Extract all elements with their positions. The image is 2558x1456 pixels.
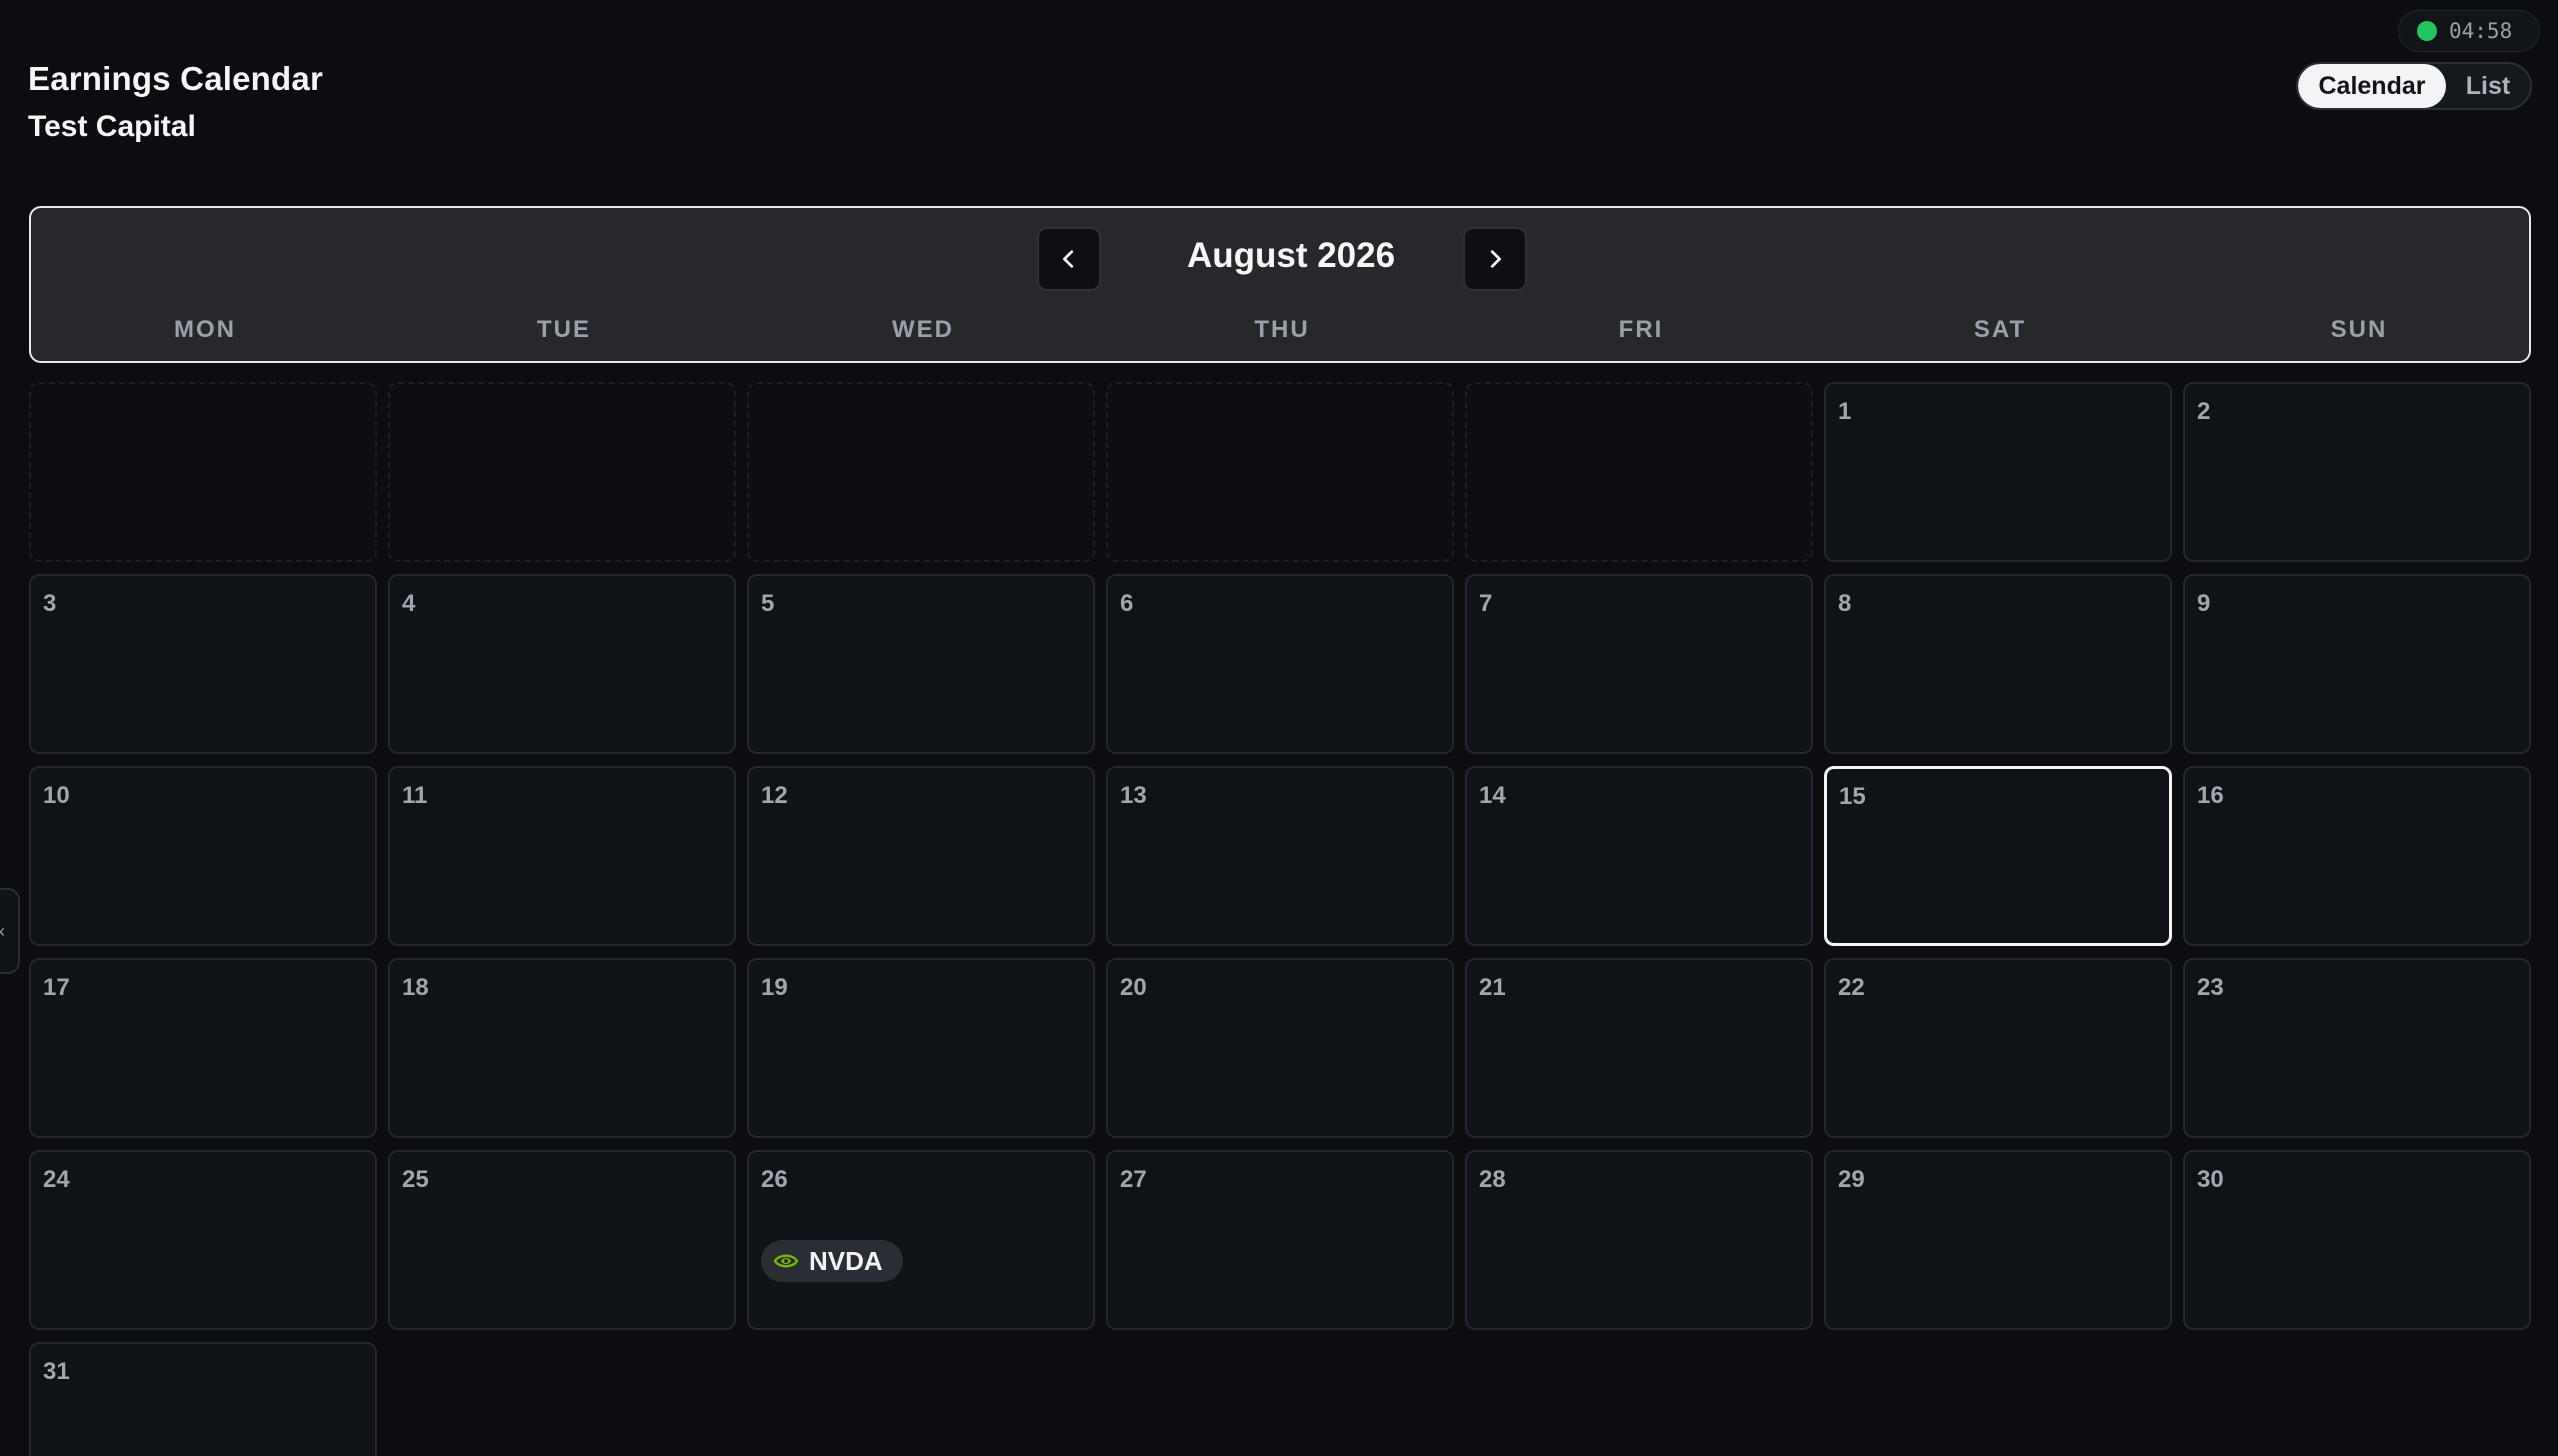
weekday-tue: TUE <box>537 316 591 343</box>
empty-day-cell <box>29 382 377 562</box>
day-number: 6 <box>1120 590 1134 617</box>
day-number: 28 <box>1479 1166 1506 1193</box>
day-number: 9 <box>2197 590 2211 617</box>
day-number: 5 <box>761 590 775 617</box>
day-number: 27 <box>1120 1166 1147 1193</box>
day-number: 26 <box>761 1166 788 1193</box>
status-dot-icon <box>2417 21 2437 41</box>
day-cell[interactable]: 12 <box>747 766 1095 946</box>
day-number: 14 <box>1479 782 1506 809</box>
day-cell[interactable]: 20 <box>1106 958 1454 1138</box>
empty-day-cell <box>388 382 736 562</box>
day-cell[interactable]: 18 <box>388 958 736 1138</box>
day-number: 20 <box>1120 974 1147 1001</box>
earnings-event-chip[interactable]: NVDA <box>761 1240 903 1282</box>
day-cell[interactable]: 24 <box>29 1150 377 1330</box>
weekday-mon: MON <box>174 316 236 343</box>
day-number: 11 <box>402 782 428 809</box>
day-number: 31 <box>43 1358 70 1385</box>
day-cell-today[interactable]: 15 <box>1824 766 2172 946</box>
day-number: 18 <box>402 974 429 1001</box>
day-cell[interactable]: 28 <box>1465 1150 1813 1330</box>
day-number: 21 <box>1479 974 1506 1001</box>
weekday-wed: WED <box>892 316 954 343</box>
day-number: 16 <box>2197 782 2224 809</box>
day-cell[interactable]: 19 <box>747 958 1095 1138</box>
day-cell[interactable]: 5 <box>747 574 1095 754</box>
day-cell[interactable]: 6 <box>1106 574 1454 754</box>
day-number: 15 <box>1839 783 1866 810</box>
day-number: 13 <box>1120 782 1147 809</box>
day-cell[interactable]: 13 <box>1106 766 1454 946</box>
day-number: 19 <box>761 974 788 1001</box>
day-cell[interactable]: 26 NVDA <box>747 1150 1095 1330</box>
day-number: 25 <box>402 1166 429 1193</box>
day-cell[interactable]: 10 <box>29 766 377 946</box>
chevron-left-icon: ‹ <box>0 921 5 942</box>
list-view-button[interactable]: List <box>2446 64 2530 108</box>
month-header: August 2026 MON TUE WED THU FRI SAT SUN <box>29 206 2531 363</box>
empty-day-cell <box>1465 382 1813 562</box>
weekday-sun: SUN <box>2330 316 2388 343</box>
day-cell[interactable]: 23 <box>2183 958 2531 1138</box>
day-cell[interactable]: 17 <box>29 958 377 1138</box>
day-cell[interactable]: 11 <box>388 766 736 946</box>
event-ticker: NVDA <box>809 1245 883 1276</box>
day-cell[interactable]: 22 <box>1824 958 2172 1138</box>
day-cell[interactable]: 7 <box>1465 574 1813 754</box>
day-number: 10 <box>43 782 70 809</box>
day-cell[interactable]: 31 <box>29 1342 377 1456</box>
day-number: 3 <box>43 590 57 617</box>
page-subtitle: Test Capital <box>28 110 196 143</box>
chevron-right-icon <box>1490 250 1501 268</box>
day-cell[interactable]: 14 <box>1465 766 1813 946</box>
day-cell[interactable]: 30 <box>2183 1150 2531 1330</box>
day-number: 17 <box>43 974 70 1001</box>
day-number: 12 <box>761 782 788 809</box>
day-number: 30 <box>2197 1166 2224 1193</box>
calendar-view-button[interactable]: Calendar <box>2298 64 2446 108</box>
day-number: 8 <box>1838 590 1852 617</box>
day-number: 22 <box>1838 974 1865 1001</box>
page-title: Earnings Calendar <box>28 60 323 97</box>
empty-day-cell <box>747 382 1095 562</box>
status-time: 04:58 <box>2449 19 2513 43</box>
day-cell[interactable]: 29 <box>1824 1150 2172 1330</box>
chevron-left-icon <box>1063 250 1074 268</box>
day-cell[interactable]: 16 <box>2183 766 2531 946</box>
weekday-thu: THU <box>1254 316 1310 343</box>
prev-month-button[interactable] <box>1037 227 1101 291</box>
nvidia-logo-icon <box>773 1251 799 1271</box>
day-number: 29 <box>1838 1166 1865 1193</box>
day-cell[interactable]: 1 <box>1824 382 2172 562</box>
day-number: 4 <box>402 590 416 617</box>
day-number: 7 <box>1479 590 1493 617</box>
view-toggle: Calendar List <box>2296 62 2532 110</box>
day-number: 1 <box>1838 398 1852 425</box>
connection-status: 04:58 <box>2398 10 2540 52</box>
next-month-button[interactable] <box>1463 227 1527 291</box>
day-cell[interactable]: 25 <box>388 1150 736 1330</box>
day-number: 24 <box>43 1166 70 1193</box>
empty-day-cell <box>1106 382 1454 562</box>
day-number: 2 <box>2197 398 2211 425</box>
weekday-sat: SAT <box>1973 316 2027 343</box>
day-cell[interactable]: 2 <box>2183 382 2531 562</box>
day-cell[interactable]: 3 <box>29 574 377 754</box>
sidebar-toggle-handle[interactable]: ‹ <box>0 888 20 974</box>
day-cell[interactable]: 9 <box>2183 574 2531 754</box>
day-cell[interactable]: 8 <box>1824 574 2172 754</box>
earnings-calendar-page: Earnings Calendar Test Capital 04:58 Cal… <box>0 0 2558 1456</box>
weekday-fri: FRI <box>1618 316 1664 343</box>
month-title: August 2026 <box>1186 236 1396 275</box>
day-cell[interactable]: 27 <box>1106 1150 1454 1330</box>
day-cell[interactable]: 21 <box>1465 958 1813 1138</box>
day-number: 23 <box>2197 974 2224 1001</box>
day-cell[interactable]: 4 <box>388 574 736 754</box>
